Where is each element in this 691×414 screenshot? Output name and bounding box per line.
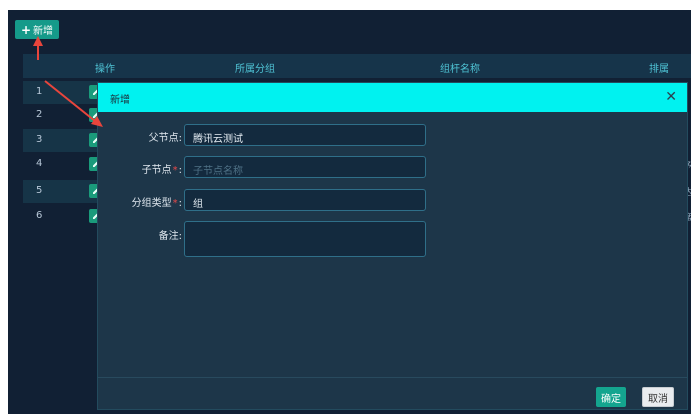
close-icon[interactable]: ✕ (665, 89, 677, 105)
remark-label: 备注: (158, 231, 182, 242)
table-row[interactable]: 3 (23, 129, 103, 152)
parent-node-input[interactable]: 腾讯云测试 (184, 124, 426, 146)
column-header-actions: 操作 (95, 64, 115, 75)
remark-textarea[interactable] (184, 221, 426, 257)
column-header-order: 排属 (649, 64, 669, 75)
table-row[interactable]: 4 (23, 153, 103, 176)
row-number: 1 (36, 86, 43, 97)
row-number: 4 (36, 158, 43, 169)
add-button[interactable]: + 新增 (15, 20, 59, 39)
dialog-header: 新增 ✕ (98, 83, 687, 112)
table-header: 操作 所属分组 组杆名称 排属 (23, 54, 691, 78)
group-type-row: 分组类型*: 组 (98, 189, 687, 213)
add-dialog: 新增 ✕ 父节点: 腾讯云测试 子节点*: 子节点名称 分组类型*: 组 备注:… (98, 83, 687, 409)
dialog-footer-divider (98, 377, 687, 378)
column-header-name: 组杆名称 (440, 64, 480, 75)
remark-row: 备注: (98, 221, 687, 257)
group-type-label: 分组类型*: (131, 198, 182, 209)
row-number: 6 (36, 210, 43, 221)
row-number: 3 (36, 134, 43, 145)
child-node-label: 子节点*: (141, 165, 182, 176)
column-header-group: 所属分组 (235, 64, 275, 75)
dialog-title: 新增 (110, 95, 130, 106)
confirm-button[interactable]: 确定 (596, 387, 626, 407)
plus-icon: + (20, 22, 32, 37)
parent-node-label: 父节点: (148, 133, 182, 144)
parent-node-row: 父节点: 腾讯云测试 (98, 124, 687, 148)
child-node-row: 子节点*: 子节点名称 (98, 156, 687, 180)
group-type-input[interactable]: 组 (184, 189, 426, 211)
table-row[interactable]: 5 (23, 180, 103, 203)
required-mark: * (172, 198, 178, 209)
table-row[interactable]: 2 (23, 104, 103, 127)
child-node-input[interactable]: 子节点名称 (184, 156, 426, 178)
table-row[interactable]: 6 (23, 205, 103, 228)
row-number: 5 (36, 185, 43, 196)
add-button-label: 新增 (33, 26, 54, 37)
row-number: 2 (36, 109, 43, 120)
required-mark: * (172, 165, 178, 176)
table-row[interactable]: 1 (23, 81, 103, 104)
cancel-button[interactable]: 取消 (642, 387, 674, 407)
